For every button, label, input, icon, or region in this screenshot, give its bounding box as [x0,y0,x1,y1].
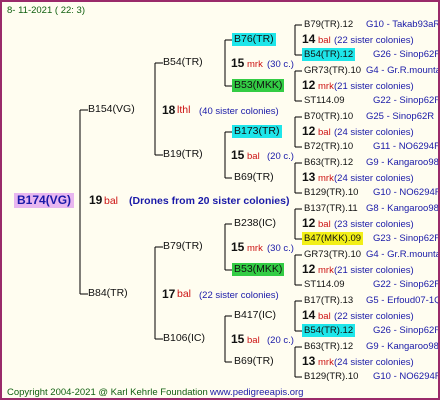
gen2-mark: mrk [247,59,263,70]
gen1-queen[interactable]: B154(VG) [88,103,135,116]
gen4-dam-code: G26 - Sinop62R [373,49,440,60]
gen4-dam[interactable]: B54(TR).12 [302,48,356,61]
gen4-sire[interactable]: B17(TR).13 [302,294,355,307]
gen4-dam-code: G10 - NO6294R [373,187,440,198]
website-link[interactable]: www.pedigreeapis.org [210,386,303,398]
gen3-queen[interactable]: B173(TR) [232,125,282,138]
root-mark: bal [104,195,119,207]
gen4-year: 12 [302,78,316,92]
gen4-dam[interactable]: B129(TR).10 [302,370,360,383]
gen4-year: 12 [302,262,316,276]
gen4-sire[interactable]: GR73(TR).10 [302,248,363,261]
gen2-queen[interactable]: B79(TR) [163,240,203,253]
gen4-year: 14 [302,308,316,322]
pedigree-frame: 8- 11-2021 ( 22: 3) B174(VG) 19 bal (Drones… [0,0,440,400]
gen4-sire-code: G9 - Kangaroo98R [366,341,440,352]
gen4-sire[interactable]: B63(TR).12 [302,340,355,353]
gen4-dam[interactable]: B47(MKK).09 [302,232,364,245]
gen4-sire-code: G5 - Erfoud07-1Q [366,295,440,306]
gen4-sire[interactable]: B70(TR).10 [302,110,355,123]
gen4-year: 12 [302,124,316,138]
gen1-mark: bal [177,288,192,300]
gen1-note: (22 sister colonies) [199,290,279,301]
gen4-sire-code: G9 - Kangaroo98R [366,157,440,168]
gen2-note: (30 c.) [267,243,294,254]
gen4-sire-code: G10 - Takab93aR [366,19,440,30]
gen4-sire-code: G25 - Sinop62R [366,111,435,122]
gen1-year: 18 [162,103,176,117]
gen4-year: 14 [302,32,316,46]
copyright-text: Copyright 2004-2021 @ Karl Kehrle Founda… [7,387,208,398]
gen4-mark: mrk [318,265,334,276]
gen2-year: 15 [231,148,245,162]
gen1-queen[interactable]: B84(TR) [88,287,128,300]
gen4-dam[interactable]: B129(TR).10 [302,186,360,199]
gen4-year: 12 [302,216,316,230]
gen4-sire[interactable]: B137(TR).11 [302,202,360,215]
gen2-year: 15 [231,240,245,254]
gen1-note: (40 sister colonies) [199,106,279,117]
gen4-note: (24 sister colonies) [334,357,414,368]
gen4-sire-code: G8 - Kangaroo98R [366,203,440,214]
gen4-sire-code: G4 - Gr.R.mounta [366,65,440,76]
gen4-mark: bal [318,219,331,230]
gen4-mark: mrk [318,81,334,92]
gen3-queen[interactable]: B238(IC) [232,217,278,230]
gen4-mark: bal [318,311,331,322]
root-year: 19 [89,193,103,207]
gen4-sire[interactable]: GR73(TR).10 [302,64,363,77]
gen4-dam[interactable]: B72(TR).10 [302,140,355,153]
gen1-year: 17 [162,287,176,301]
gen2-mark: bal [247,335,260,346]
gen4-year: 13 [302,354,316,368]
gen3-queen[interactable]: B69(TR) [232,355,276,368]
gen4-note: (24 sister colonies) [334,173,414,184]
gen4-sire[interactable]: B63(TR).12 [302,156,355,169]
gen3-queen[interactable]: B69(TR) [232,171,276,184]
gen4-sire[interactable]: B79(TR).12 [302,18,355,31]
gen2-queen[interactable]: B54(TR) [163,56,203,69]
gen2-queen[interactable]: B19(TR) [163,148,203,161]
gen4-dam-code: G11 - NO6294R [373,141,440,152]
root-queen[interactable]: B174(VG) [14,193,75,208]
gen2-note: (20 c.) [267,151,294,162]
gen4-dam[interactable]: B54(TR).12 [302,324,356,337]
gen4-note: (21 sister colonies) [334,265,414,276]
gen2-mark: bal [247,151,260,162]
print-date: 8- 11-2021 ( 22: 3) [7,5,85,16]
gen4-dam[interactable]: ST114.09 [302,94,347,107]
gen4-dam[interactable]: ST114.09 [302,278,347,291]
gen4-note: (23 sister colonies) [334,219,414,230]
gen4-note: (24 sister colonies) [334,127,414,138]
gen2-mark: mrk [247,243,263,254]
gen4-mark: mrk [318,173,334,184]
gen2-year: 15 [231,56,245,70]
root-note: (Drones from 20 sister colonies) [129,195,290,207]
gen3-queen[interactable]: B53(MKK) [232,263,285,276]
gen3-queen[interactable]: B53(MKK) [232,79,285,92]
gen4-year: 13 [302,170,316,184]
gen2-year: 15 [231,332,245,346]
gen4-dam-code: G26 - Sinop62R [373,325,440,336]
gen3-queen[interactable]: B417(IC) [232,309,278,322]
gen2-queen[interactable]: B106(IC) [163,332,205,345]
gen4-dam-code: G23 - Sinop62R [373,233,440,244]
gen4-mark: mrk [318,357,334,368]
gen4-dam-code: G22 - Sinop62R [373,95,440,106]
gen1-mark: lthl [177,104,191,116]
gen3-queen[interactable]: B76(TR) [232,33,276,46]
gen4-note: (22 sister colonies) [334,35,414,46]
gen4-mark: bal [318,35,331,46]
gen4-dam-code: G10 - NO6294R [373,371,440,382]
gen2-note: (30 c.) [267,59,294,70]
gen4-note: (22 sister colonies) [334,311,414,322]
gen2-note: (20 c.) [267,335,294,346]
gen4-mark: bal [318,127,331,138]
gen4-sire-code: G4 - Gr.R.mounta [366,249,440,260]
gen4-note: (21 sister colonies) [334,81,414,92]
gen4-dam-code: G22 - Sinop62R [373,279,440,290]
